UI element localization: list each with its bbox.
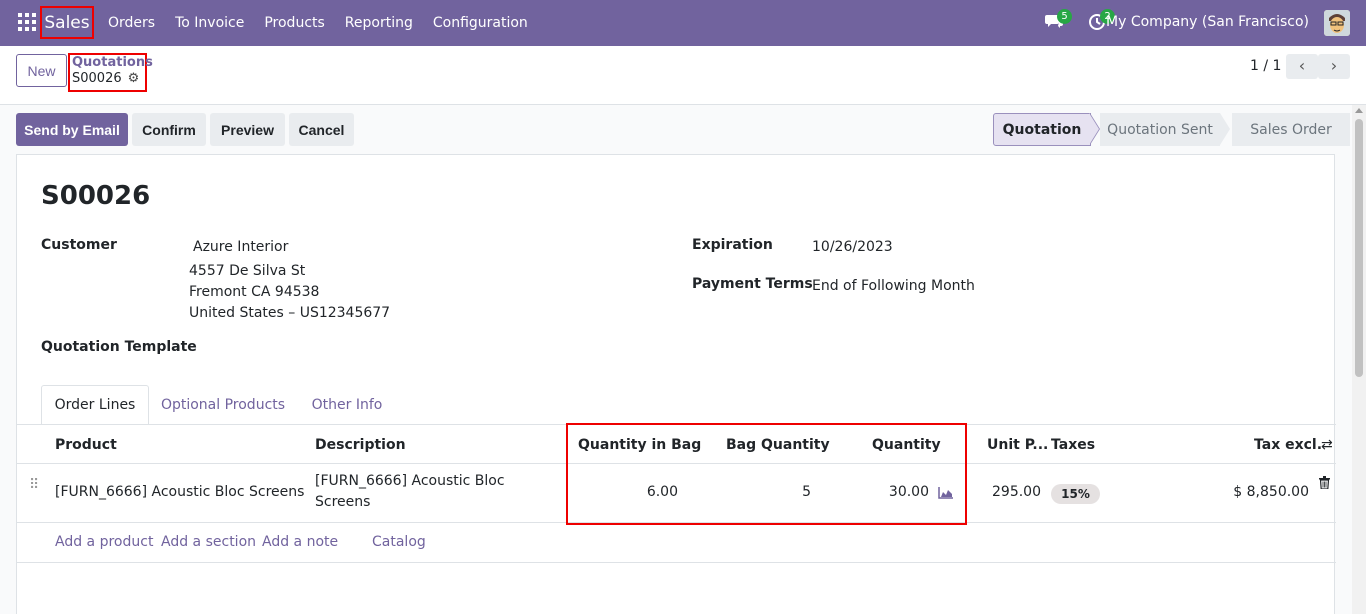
messages-count-badge: 5 [1057, 9, 1072, 24]
order-lines-header: Product Description Quantity in Bag Bag … [17, 424, 1336, 464]
main-menu: Orders To Invoice Products Reporting Con… [108, 0, 548, 46]
scrollbar-thumb[interactable] [1355, 119, 1363, 377]
address-line-3: United States – US12345677 [189, 305, 391, 321]
top-navbar: Sales Orders To Invoice Products Reporti… [0, 0, 1366, 46]
add-line-row: Add a product Add a section Add a note C… [17, 523, 1336, 563]
stage-arrow-sent [1220, 113, 1230, 145]
stage-sales-order[interactable]: Sales Order [1232, 113, 1350, 146]
breadcrumb: Quotations S00026 ⚙ [68, 53, 153, 92]
menu-orders[interactable]: Orders [108, 15, 155, 31]
drag-handle-icon[interactable]: ⠿ [29, 477, 39, 493]
menu-configuration[interactable]: Configuration [433, 15, 528, 31]
col-bag-quantity[interactable]: Bag Quantity [726, 437, 830, 453]
catalog-link[interactable]: Catalog [372, 534, 426, 550]
pager-next-icon[interactable]: › [1318, 54, 1350, 79]
stage-quotation[interactable]: Quotation [993, 113, 1091, 146]
add-section-link[interactable]: Add a section [161, 534, 256, 550]
table-row[interactable]: ⠿ [FURN_6666] Acoustic Bloc Screens [FUR… [17, 464, 1336, 523]
row-tax-excl: $ 8,850.00 [1233, 484, 1309, 500]
col-quantity-in-bag[interactable]: Quantity in Bag [578, 437, 701, 453]
scrollbar[interactable] [1352, 105, 1366, 614]
breadcrumb-quotations-link[interactable]: Quotations [72, 56, 153, 70]
stage-arrow-active [1089, 113, 1099, 145]
menu-to-invoice[interactable]: To Invoice [175, 15, 244, 31]
form-sheet: S00026 Customer Azure Interior 4557 De S… [16, 154, 1336, 614]
tab-optional-products[interactable]: Optional Products [153, 385, 293, 425]
pager-previous-icon[interactable]: ‹ [1286, 54, 1318, 79]
expiration-field[interactable]: 10/26/2023 [812, 239, 893, 255]
cancel-button[interactable]: Cancel [289, 113, 354, 146]
address-line-1: 4557 De Silva St [189, 263, 306, 279]
send-by-email-button[interactable]: Send by Email [16, 113, 128, 146]
quotation-template-label: Quotation Template [41, 339, 197, 355]
customer-label: Customer [41, 237, 117, 253]
messages-icon[interactable]: 5 [1045, 9, 1072, 31]
record-title: S00026 [41, 181, 151, 211]
add-product-link[interactable]: Add a product [55, 534, 153, 550]
confirm-button[interactable]: Confirm [132, 113, 206, 146]
breadcrumb-current-label: S00026 [72, 71, 122, 86]
app-grid-icon[interactable] [18, 13, 36, 31]
control-panel: New Quotations S00026 ⚙ 1 / 1 ‹ › [0, 46, 1366, 105]
gear-icon[interactable]: ⚙ [128, 70, 140, 87]
company-switcher[interactable]: My Company (San Francisco) [1106, 14, 1309, 30]
user-avatar[interactable] [1324, 10, 1350, 36]
expiration-label: Expiration [692, 237, 773, 253]
tab-order-lines[interactable]: Order Lines [41, 385, 149, 425]
col-tax-excl[interactable]: Tax excl. [1254, 437, 1322, 453]
col-unit-price[interactable]: Unit P... [987, 437, 1048, 453]
col-quantity[interactable]: Quantity [872, 437, 941, 453]
payment-terms-field[interactable]: End of Following Month [812, 278, 975, 294]
customer-field[interactable]: Azure Interior [193, 239, 288, 255]
col-product[interactable]: Product [55, 437, 117, 453]
row-quantity[interactable]: 30.00 [871, 484, 929, 500]
add-note-link[interactable]: Add a note [262, 534, 338, 550]
tab-other-info[interactable]: Other Info [299, 385, 395, 425]
row-product[interactable]: [FURN_6666] Acoustic Bloc Screens [55, 484, 304, 500]
forecast-chart-icon[interactable] [938, 486, 954, 499]
pager-value[interactable]: 1 / 1 [1250, 58, 1281, 74]
optional-columns-icon[interactable]: ⇄ [1321, 437, 1333, 453]
activities-clock-icon[interactable]: 2 [1088, 9, 1115, 31]
payment-terms-label: Payment Terms [692, 276, 813, 292]
breadcrumb-current: S00026 ⚙ [72, 70, 145, 87]
scroll-up-icon[interactable] [1355, 108, 1363, 113]
menu-reporting[interactable]: Reporting [345, 15, 413, 31]
row-description-line2[interactable]: Screens [315, 494, 370, 510]
row-unit-price[interactable]: 295.00 [981, 484, 1041, 500]
col-description[interactable]: Description [315, 437, 406, 453]
menu-products[interactable]: Products [264, 15, 324, 31]
row-quantity-in-bag[interactable]: 6.00 [617, 484, 678, 500]
row-bag-quantity[interactable]: 5 [761, 484, 811, 500]
new-button[interactable]: New [16, 54, 67, 87]
col-taxes[interactable]: Taxes [1051, 437, 1095, 453]
app-name-sales[interactable]: Sales [40, 6, 94, 39]
tax-badge[interactable]: 15% [1051, 484, 1100, 504]
stage-quotation-sent[interactable]: Quotation Sent [1100, 113, 1220, 146]
address-line-2: Fremont CA 94538 [189, 284, 320, 300]
preview-button[interactable]: Preview [210, 113, 285, 146]
trash-icon[interactable] [1319, 476, 1330, 493]
statusbar: Send by Email Confirm Preview Cancel Quo… [0, 105, 1350, 155]
row-description-line1[interactable]: [FURN_6666] Acoustic Bloc [315, 473, 505, 489]
